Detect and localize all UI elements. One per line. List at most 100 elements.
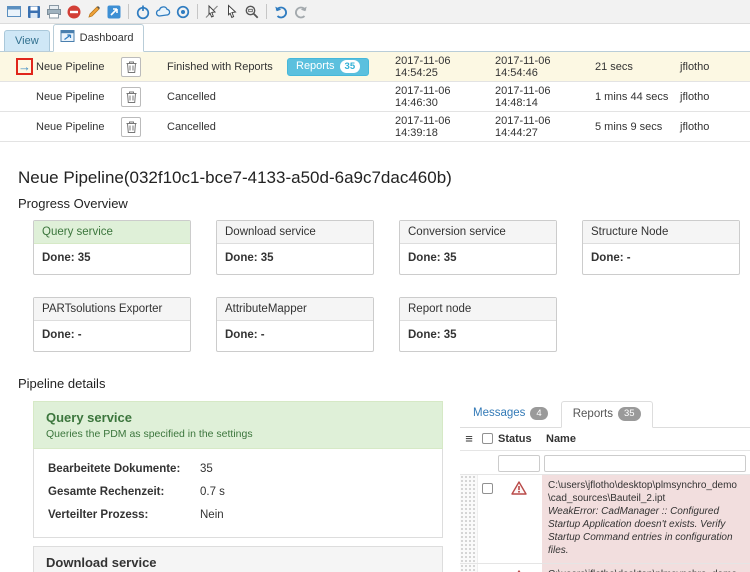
tab-reports-label: Reports (572, 407, 613, 420)
pipeline-name: Neue Pipeline (36, 90, 105, 103)
stat-row: Bearbeitete Dokumente: 35 (48, 463, 428, 475)
redo-icon[interactable] (291, 2, 311, 22)
run-start-time: 2017-11-06 14:54:25 (395, 54, 451, 79)
download-service-panel: Download service Downloads the inserted … (33, 546, 443, 572)
annotation-highlight: → (16, 58, 33, 75)
print-icon[interactable] (44, 2, 64, 22)
reports-button-label: Reports (296, 60, 335, 72)
stop-icon[interactable] (64, 2, 84, 22)
tab-messages-label: Messages (473, 407, 526, 420)
stat-label: Gesamte Rechenzeit: (48, 486, 165, 498)
progress-card: AttributeMapper Done: - (216, 297, 374, 352)
progress-card: Download service Done: 35 (216, 220, 374, 275)
progress-card-title: Structure Node (583, 221, 739, 244)
table-menu-icon[interactable]: ≡ (465, 432, 473, 445)
power-icon[interactable] (133, 2, 153, 22)
progress-card-value: Done: 35 (225, 252, 274, 264)
query-service-subtitle: Queries the PDM as specified in the sett… (46, 428, 253, 440)
download-service-title: Download service (46, 555, 157, 570)
progress-card-title: Report node (400, 298, 556, 321)
delete-pipeline-button[interactable] (121, 86, 141, 107)
row-drag-handle (460, 563, 478, 572)
pipeline-name: Neue Pipeline (36, 60, 105, 73)
toolbar-separator (197, 4, 198, 19)
tab-dashboard-label: Dashboard (79, 31, 134, 44)
pipeline-details-label: Pipeline details (18, 376, 106, 391)
undo-icon[interactable] (271, 2, 291, 22)
main-toolbar (0, 0, 750, 24)
open-pipeline-arrow-icon[interactable]: → (18, 60, 31, 73)
design-tools-icon[interactable] (84, 2, 104, 22)
pipeline-run-row[interactable]: Neue Pipeline Cancelled 2017-11-06 14:39… (0, 112, 750, 142)
stat-label: Bearbeitete Dokumente: (48, 463, 181, 475)
export-icon[interactable] (104, 2, 124, 22)
record-icon[interactable] (173, 2, 193, 22)
row-drag-handle (460, 474, 478, 563)
report-file-path: C:\users\jflotho\desktop\plmsynchro_demo… (548, 479, 737, 504)
stat-value: 0.7 s (200, 486, 225, 498)
stat-row: Verteilter Prozess: Nein (48, 509, 428, 521)
progress-card-title: Download service (217, 221, 373, 244)
stat-row: Gesamte Rechenzeit: 0.7 s (48, 486, 428, 498)
reports-filter-row (460, 451, 750, 475)
toolbar-separator (128, 4, 129, 19)
progress-cards: Query service Done: 35 Download service … (33, 220, 740, 352)
warning-icon (511, 481, 527, 563)
progress-card-title: AttributeMapper (217, 298, 373, 321)
node-details-list: Query service Queries the PDM as specifi… (33, 401, 443, 572)
progress-card: Query service Done: 35 (33, 220, 191, 275)
reports-table-header: ≡ Status Name (460, 428, 750, 451)
progress-card-value: Done: 35 (42, 252, 91, 264)
run-end-time: 2017-11-06 14:44:27 (495, 114, 551, 139)
messages-count-badge: 4 (530, 406, 548, 421)
tab-view[interactable]: View (4, 30, 50, 51)
run-status: Finished with Reports (167, 60, 273, 73)
report-row[interactable]: C:\users\jflotho\desktop\plmsynchro_demo… (460, 474, 750, 564)
name-filter-input[interactable] (544, 454, 746, 472)
run-duration: 5 mins 9 secs (595, 120, 663, 133)
progress-card-title: PARTsolutions Exporter (34, 298, 190, 321)
tab-messages[interactable]: Messages 4 (462, 401, 559, 427)
status-filter-input[interactable] (498, 454, 540, 472)
run-start-time: 2017-11-06 14:46:30 (395, 84, 451, 109)
tab-reports[interactable]: Reports 35 (560, 401, 653, 428)
status-column-header: Status (498, 432, 532, 445)
delete-pipeline-button[interactable] (121, 56, 141, 77)
progress-card-value: Done: - (591, 252, 631, 264)
report-error-message: WeakError: CadManager :: Configured Star… (548, 505, 733, 556)
run-duration: 1 mins 44 secs (595, 90, 669, 103)
reports-count-badge: 35 (618, 407, 641, 421)
pipeline-run-row[interactable]: Neue Pipeline Cancelled 2017-11-06 14:46… (0, 82, 750, 112)
report-row[interactable]: C:\users\jflotho\desktop\plmsynchro_demo… (460, 563, 750, 572)
save-icon[interactable] (24, 2, 44, 22)
cloud-icon[interactable] (153, 2, 173, 22)
tab-dashboard[interactable]: Dashboard (52, 24, 145, 52)
run-start-time: 2017-11-06 14:39:18 (395, 114, 451, 139)
toolbar-separator (266, 4, 267, 19)
progress-card: Structure Node Done: - (582, 220, 740, 275)
run-status: Cancelled (167, 120, 216, 133)
pipeline-name: Neue Pipeline (36, 120, 105, 133)
progress-card: Report node Done: 35 (399, 297, 557, 352)
select-all-checkbox[interactable] (481, 433, 493, 445)
run-user: jflotho (680, 120, 710, 133)
zoom-region-icon[interactable] (242, 2, 262, 22)
reports-button[interactable]: Reports 35 (287, 57, 370, 76)
run-user: jflotho (680, 60, 710, 73)
query-service-title: Query service (46, 410, 133, 425)
stat-value: Nein (200, 509, 224, 521)
progress-card-value: Done: - (42, 329, 82, 341)
query-service-panel: Query service Queries the PDM as specifi… (33, 401, 443, 538)
stat-label: Verteilter Prozess: (48, 509, 149, 521)
progress-card: PARTsolutions Exporter Done: - (33, 297, 191, 352)
pointer-line-icon[interactable] (202, 2, 222, 22)
row-checkbox[interactable] (481, 482, 493, 494)
delete-pipeline-button[interactable] (121, 116, 141, 137)
application-window: View Dashboard → Neue Pipeline Finished … (0, 0, 750, 572)
progress-card-title: Conversion service (400, 221, 556, 244)
cursor-icon[interactable] (222, 2, 242, 22)
reports-count-badge: 35 (339, 59, 361, 73)
app-window-icon[interactable] (4, 2, 24, 22)
stat-value: 35 (200, 463, 213, 475)
pipeline-run-row[interactable]: → Neue Pipeline Finished with Reports Re… (0, 52, 750, 82)
